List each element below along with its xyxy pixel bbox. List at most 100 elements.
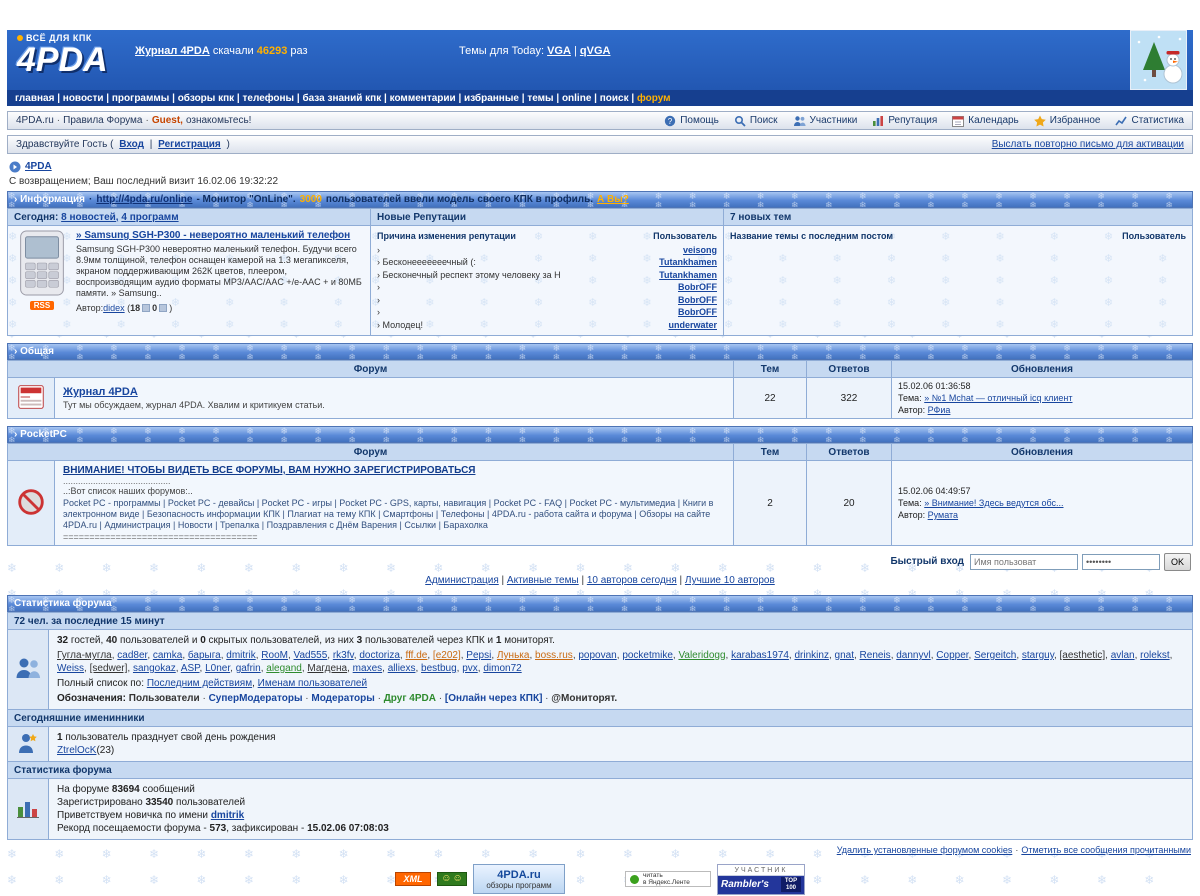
online-user-link[interactable]: Vad555 [294,650,328,661]
favorites-button[interactable]: Избранное [1033,115,1100,127]
register-warning-link[interactable]: ВНИМАНИЕ! ЧТОБЫ ВИДЕТЬ ВСЕ ФОРУМЫ, ВАМ Н… [63,465,475,476]
reputation-user-link[interactable]: BobrOFF [678,306,717,319]
password-input[interactable] [1081,553,1160,570]
online-user-link[interactable]: pvx [462,663,478,674]
forum-rules-link[interactable]: Правила Форума [63,115,152,126]
nav-link[interactable]: комментарии [390,93,464,104]
online-user-link[interactable]: rolekst [1140,650,1169,661]
today-link-qvga[interactable]: qVGA [580,45,611,57]
nav-link[interactable]: форум [637,93,671,104]
birthday-user-link[interactable]: ZtrelOcK [57,745,96,756]
online-user-link[interactable]: bestbug [421,663,457,674]
sort-by-name-link[interactable]: Именам пользователей [258,678,367,689]
online-user-link[interactable]: Weiss [57,663,84,674]
nav-link[interactable]: телефоны [243,93,303,104]
delete-cookies-link[interactable]: Удалить установленные форумом cookies [837,845,1013,855]
4pda-reviews-badge[interactable]: 4PDA.ru обзоры программ [473,864,565,894]
nav-link[interactable]: избранные [464,93,527,104]
username-input[interactable] [969,553,1078,570]
online-user-link[interactable]: RooM [261,650,288,661]
last-topic-link[interactable]: » Внимание! Здесь ведутся обс... [924,498,1063,508]
online-user-link[interactable]: pocketmike [622,650,673,661]
nav-link[interactable]: поиск [600,93,637,104]
online-user-link[interactable]: [e202] [433,650,461,661]
register-link[interactable]: Регистрация [158,139,221,150]
online-user-link[interactable]: avlan [1111,650,1135,661]
online-user-link[interactable]: Copper [936,650,968,661]
online-user-link[interactable]: alegand [266,663,302,674]
xml-badge[interactable]: XML [395,872,431,886]
statistics-button[interactable]: Статистика [1115,115,1184,127]
online-user-link[interactable]: cad8er [117,650,147,661]
breadcrumb-root-link[interactable]: 4PDA [25,161,52,172]
online-user-link[interactable]: Магдена [307,663,347,674]
smiley-badge[interactable]: ☺ ☺ [437,872,467,886]
newest-member-link[interactable]: dmitrik [211,810,244,821]
last-topic-link[interactable]: » №1 Mchat — отличный icq клиент [924,393,1072,403]
reputation-user-link[interactable]: Tutankhamen [659,269,717,282]
online-user-link[interactable]: gnat [835,650,854,661]
online-user-link[interactable]: [aesthetic] [1060,650,1106,661]
sort-by-action-link[interactable]: Последним действиям [147,678,252,689]
online-user-link[interactable]: Reneis [860,650,891,661]
online-user-link[interactable]: fff.de [405,650,427,661]
online-user-link[interactable]: Valeridogg [678,650,725,661]
calendar-button[interactable]: Календарь [952,115,1019,127]
online-user-link[interactable]: sangokaz [133,663,176,674]
mark-read-link[interactable]: Отметить все сообщения прочитанными [1021,845,1191,855]
members-button[interactable]: Участники [793,115,857,127]
yandex-lenta-badge[interactable]: читать в Яндекс.Ленте [625,871,711,887]
nav-link[interactable]: главная [15,93,63,104]
login-ok-button[interactable]: OK [1163,552,1191,571]
online-user-link[interactable]: барыга [188,650,221,661]
info-cta-link[interactable]: А Вы? [597,194,629,205]
rambler-top100-badge[interactable]: УЧАСТНИК Rambler's TOP 100 [717,863,805,895]
online-user-link[interactable]: Лунька [497,650,530,661]
login-link[interactable]: Вход [119,139,144,150]
online-user-link[interactable]: starguy [1022,650,1054,661]
category-header[interactable]: ❄ ❄ ❄ ❄ ❄ ❄ ❄ ❄ ❄ ❄ ❄ ❄ ❄ ❄ ❄ ❄ ❄ ❄ ❄ ❄ … [7,426,1193,443]
online-user-link[interactable]: gafrin [236,663,261,674]
reputation-user-link[interactable]: veisong [683,244,717,257]
online-user-link[interactable]: Pepsi [466,650,491,661]
site-logo[interactable]: ВСЁ ДЛЯ КПК 4PDA [17,33,108,77]
reputation-user-link[interactable]: underwater [668,319,717,332]
journal-link[interactable]: Журнал 4PDA [135,45,210,57]
shortcut-link[interactable]: 10 авторов сегодня [587,575,677,586]
forum-link[interactable]: Журнал 4PDA [63,386,138,398]
nav-link[interactable]: обзоры кпк [178,93,243,104]
shortcut-link[interactable]: Активные темы [507,575,579,586]
nav-link[interactable]: темы [527,93,562,104]
online-user-link[interactable]: karabas1974 [731,650,789,661]
rss-badge[interactable]: RSS [29,301,55,310]
online-user-link[interactable]: dmitrik [226,650,255,661]
search-button[interactable]: Поиск [734,115,778,127]
online-user-link[interactable]: rk3fv [333,650,354,661]
news-count-link[interactable]: 8 новостей, [61,212,118,223]
online-user-link[interactable]: dimon72 [483,663,521,674]
reputation-user-link[interactable]: BobrOFF [678,294,717,307]
reputation-user-link[interactable]: Tutankhamen [659,256,717,269]
reputation-button[interactable]: Репутация [872,115,937,127]
nav-link[interactable]: программы [112,93,178,104]
last-author-link[interactable]: Румата [928,510,958,520]
online-user-link[interactable]: dannyvl [896,650,930,661]
shortcut-link[interactable]: Лучшие 10 авторов [685,575,775,586]
nav-link[interactable]: база знаний кпк [302,93,389,104]
online-user-link[interactable]: doctoriza [359,650,400,661]
online-user-link[interactable]: ASP [181,663,200,674]
site-root-link[interactable]: 4PDA.ru [16,115,63,126]
apps-count-link[interactable]: 4 программ [121,212,178,223]
shortcut-link[interactable]: Администрация [425,575,499,586]
last-author-link[interactable]: РФиа [928,405,951,415]
nav-link[interactable]: новости [63,93,112,104]
online-user-link[interactable]: popovan [578,650,616,661]
online-user-link[interactable]: camka [153,650,182,661]
help-button[interactable]: ? Помощь [664,115,719,127]
news-author-link[interactable]: didex [103,303,125,313]
today-link-vga[interactable]: VGA [547,45,571,57]
online-user-link[interactable]: [sedwer] [90,663,128,674]
online-user-link[interactable]: Sergeitch [974,650,1016,661]
online-monitor-link[interactable]: http://4pda.ru/online [96,194,192,205]
online-user-link[interactable]: alliexs [388,663,416,674]
